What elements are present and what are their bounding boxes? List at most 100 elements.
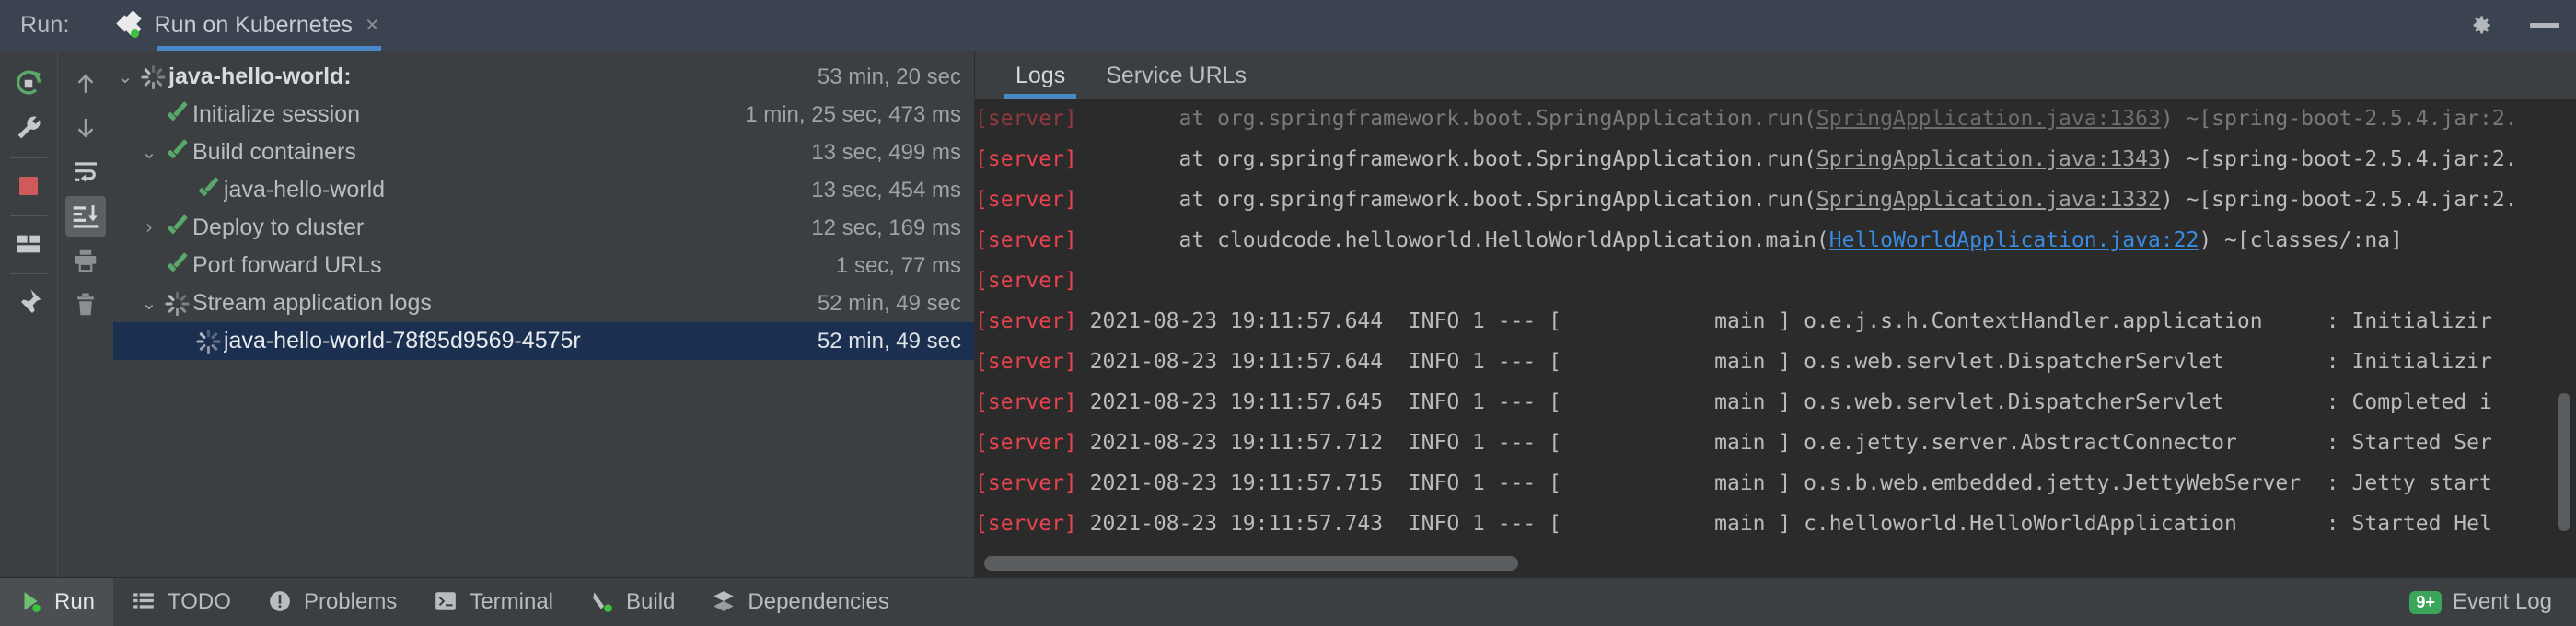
console-source-tag: [server] xyxy=(975,512,1077,536)
chevron-down-icon[interactable]: ⌄ xyxy=(137,141,161,164)
console-source-tag: [server] xyxy=(975,390,1077,414)
status-bar-item-label: Problems xyxy=(304,589,397,615)
tree-row-label: java-hello-world-78f85d9569-4575r xyxy=(224,328,581,354)
terminal-icon xyxy=(434,589,459,615)
console-text: ) ~[spring-boot-2.5.4.jar:2. xyxy=(2161,107,2518,131)
console-output[interactable]: [server] at org.springframework.boot.Spr… xyxy=(975,99,2576,577)
status-ok-icon xyxy=(161,216,192,240)
run-tree[interactable]: ⌄java-hello-world:53 min, 20 secInitiali… xyxy=(113,51,975,577)
stop-icon[interactable] xyxy=(8,166,49,206)
status-running-icon xyxy=(161,292,192,316)
soft-wrap-icon[interactable] xyxy=(65,152,106,192)
tree-row[interactable]: ⌄ Build containers 13 sec, 499 ms xyxy=(113,133,974,171)
tree-row-label: Build containers xyxy=(192,139,356,166)
console-text: ) ~[spring-boot-2.5.4.jar:2. xyxy=(2161,188,2518,212)
console-stacktrace-link[interactable]: SpringApplication.java:1332 xyxy=(1816,188,2161,212)
status-bar-item-todo[interactable]: TODO xyxy=(113,578,249,626)
up-arrow-icon[interactable] xyxy=(65,64,106,104)
console-text: 2021-08-23 19:11:57.644 INFO 1 --- [ mai… xyxy=(1077,309,2492,333)
status-bar: RunTODO Problems Terminal Build Dependencies… xyxy=(0,577,2576,626)
tree-row[interactable]: ›Deploy to cluster12 sec, 169 ms xyxy=(113,209,974,247)
status-bar-item-label: Dependencies xyxy=(748,589,888,615)
status-running-icon xyxy=(192,330,224,354)
toolbar-divider xyxy=(10,273,47,274)
status-ok-icon xyxy=(192,179,224,203)
chevron-down-icon[interactable]: ⌄ xyxy=(137,292,161,315)
status-bar-item-run[interactable]: Run xyxy=(0,578,113,626)
console-source-tag: [server] xyxy=(975,350,1077,374)
build-icon xyxy=(590,589,616,615)
log-panel: LogsService URLs [server] at org.springf… xyxy=(975,51,2576,577)
event-log-button[interactable]: 9+ Event Log xyxy=(2409,589,2576,615)
close-icon[interactable]: × xyxy=(366,14,379,37)
console-source-tag: [server] xyxy=(975,471,1077,495)
console-line: [server] 2021-08-23 19:11:57.743 INFO 1 … xyxy=(975,504,2576,544)
pin-icon[interactable] xyxy=(8,282,49,322)
tab-active-underline xyxy=(157,46,381,51)
tree-row-duration: 13 sec, 454 ms xyxy=(793,178,961,203)
console-line: [server] 2021-08-23 19:11:57.645 INFO 1 … xyxy=(975,382,2576,423)
console-stacktrace-link[interactable]: HelloWorldApplication.java:22 xyxy=(1829,228,2199,252)
kubernetes-icon xyxy=(118,12,145,40)
console-stacktrace-link[interactable]: SpringApplication.java:1343 xyxy=(1816,147,2161,171)
left-toolbar xyxy=(0,51,57,577)
tree-row[interactable]: Port forward URLs1 sec, 77 ms xyxy=(113,247,974,284)
tree-row-duration: 13 sec, 499 ms xyxy=(793,140,961,166)
console-text: 2021-08-23 19:11:57.644 INFO 1 --- [ mai… xyxy=(1077,350,2492,374)
status-ok-icon xyxy=(161,103,192,127)
tree-row-duration: 52 min, 49 sec xyxy=(799,329,961,354)
rerun-icon[interactable] xyxy=(8,64,49,104)
status-bar-item-problems[interactable]: Problems xyxy=(249,578,415,626)
gear-icon[interactable] xyxy=(2468,13,2493,38)
run-label: Run: xyxy=(20,12,70,39)
tree-row[interactable]: Initialize session1 min, 25 sec, 473 ms xyxy=(113,96,974,133)
chevron-right-icon[interactable]: › xyxy=(137,217,161,238)
log-tab-logs[interactable]: Logs xyxy=(995,63,1085,99)
layout-icon[interactable] xyxy=(8,224,49,264)
console-text: at org.springframework.boot.SpringApplic… xyxy=(1077,147,1816,171)
status-bar-item-terminal[interactable]: Terminal xyxy=(415,578,572,626)
status-ok-icon xyxy=(161,254,192,278)
tree-row[interactable]: java-hello-world13 sec, 454 ms xyxy=(113,171,974,209)
toolbar-divider xyxy=(10,157,47,158)
horizontal-scrollbar[interactable] xyxy=(984,556,1518,571)
console-text: ) ~[spring-boot-2.5.4.jar:2. xyxy=(2161,147,2518,171)
console-text: 2021-08-23 19:11:57.715 INFO 1 --- [ mai… xyxy=(1077,471,2492,495)
console-source-tag: [server] xyxy=(975,107,1077,131)
tree-row[interactable]: ⌄java-hello-world:53 min, 20 sec xyxy=(113,58,974,96)
tree-row[interactable]: ⌄Stream application logs52 min, 49 sec xyxy=(113,284,974,322)
top-bar: Run: Run on Kubernetes × xyxy=(0,0,2576,51)
status-bar-item-build[interactable]: Build xyxy=(572,578,693,626)
console-line: [server] 2021-08-23 19:11:57.712 INFO 1 … xyxy=(975,423,2576,463)
console-lines: [server] at org.springframework.boot.Spr… xyxy=(975,99,2576,544)
tree-row[interactable]: java-hello-world-78f85d9569-4575r 52 min,… xyxy=(113,322,974,360)
toolbar-divider xyxy=(10,215,47,216)
scroll-to-end-icon[interactable] xyxy=(65,196,106,237)
down-arrow-icon[interactable] xyxy=(65,108,106,148)
tree-row-label: Initialize session xyxy=(192,101,360,128)
run-tool-window: Run: Run on Kubernetes × xyxy=(0,0,2576,626)
tab-run-on-kubernetes[interactable]: Run on Kubernetes × xyxy=(110,0,392,51)
console-text: 2021-08-23 19:11:57.645 INFO 1 --- [ mai… xyxy=(1077,390,2492,414)
chevron-down-icon[interactable]: ⌄ xyxy=(113,65,137,88)
log-tab-service-urls[interactable]: Service URLs xyxy=(1085,63,1267,99)
console-line: [server] at org.springframework.boot.Spr… xyxy=(975,180,2576,220)
status-bar-items: RunTODO Problems Terminal Build Dependencies xyxy=(0,578,908,626)
status-bar-item-dependencies[interactable]: Dependencies xyxy=(693,578,907,626)
console-line: [server] 2021-08-23 19:11:57.644 INFO 1 … xyxy=(975,301,2576,342)
print-icon[interactable] xyxy=(65,240,106,281)
minimize-icon[interactable] xyxy=(2530,23,2559,28)
status-ok-icon xyxy=(161,141,192,165)
settings-wrench-icon[interactable] xyxy=(8,108,49,148)
console-source-tag: [server] xyxy=(975,309,1077,333)
event-log-label: Event Log xyxy=(2453,589,2552,615)
status-running-icon xyxy=(137,65,168,89)
window-controls xyxy=(2468,0,2559,51)
console-stacktrace-link[interactable]: SpringApplication.java:1363 xyxy=(1816,107,2161,131)
status-bar-item-label: Terminal xyxy=(470,589,553,615)
tree-row-label: java-hello-world: xyxy=(168,64,352,90)
trash-icon[interactable] xyxy=(65,284,106,325)
tree-row-duration: 1 sec, 77 ms xyxy=(818,253,961,279)
vertical-scrollbar[interactable] xyxy=(2558,393,2570,531)
console-line: [server] at cloudcode.helloworld.HelloWo… xyxy=(975,220,2576,261)
